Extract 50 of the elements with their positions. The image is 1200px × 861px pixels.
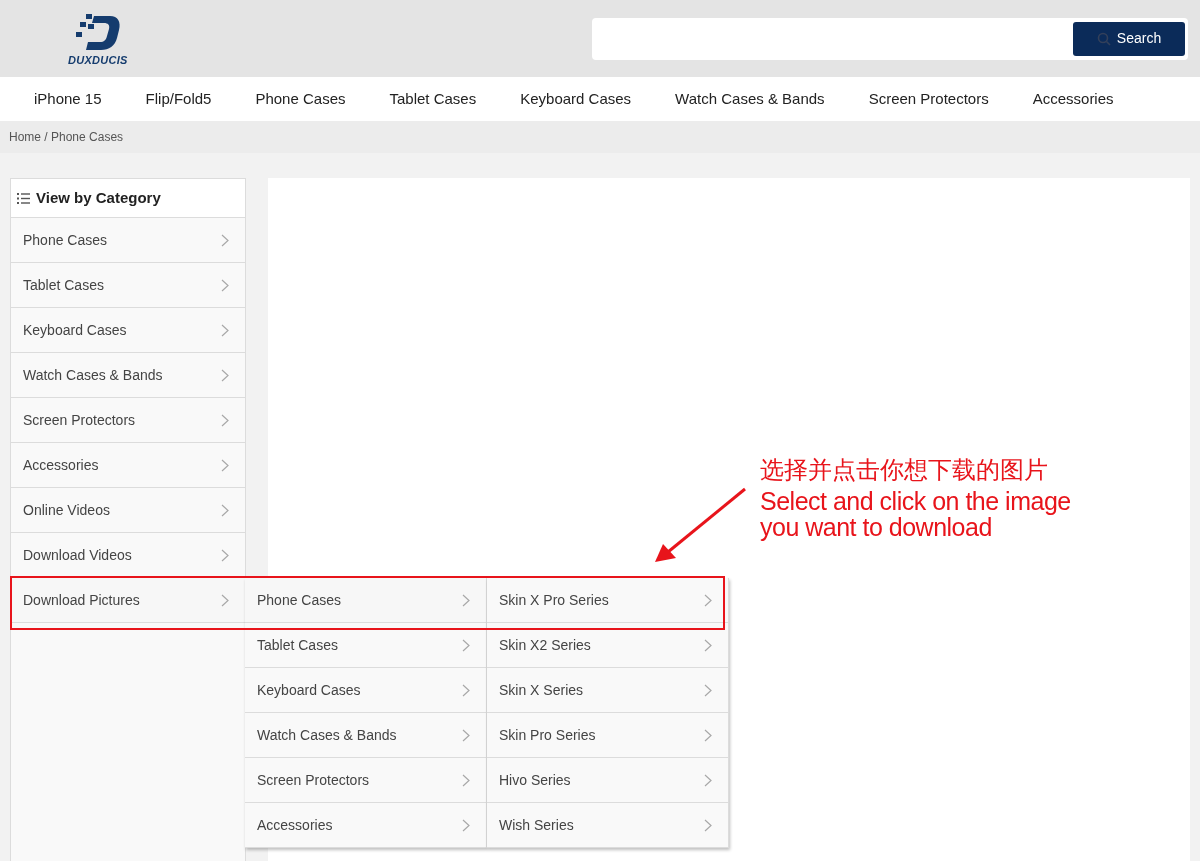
nav-link[interactable]: Watch Cases & Bands	[653, 87, 847, 111]
chevron-right-icon	[704, 593, 712, 607]
category-menu-item[interactable]: Skin X Series	[487, 668, 729, 713]
chevron-right-icon	[221, 458, 229, 472]
chevron-right-icon	[462, 773, 470, 787]
chevron-right-icon	[221, 368, 229, 382]
nav-link[interactable]: Keyboard Cases	[498, 87, 654, 111]
annotation-title: 选择并点击你想下载的图片	[760, 455, 1049, 485]
category-menu-item[interactable]: Phone Cases	[245, 578, 487, 623]
chevron-right-icon	[704, 683, 712, 697]
chevron-right-icon	[462, 818, 470, 832]
category-menu-item[interactable]: Tablet Cases	[245, 623, 487, 668]
annotation-text: Select and click on the image you want to download	[760, 488, 1071, 540]
chevron-right-icon	[704, 773, 712, 787]
chevron-right-icon	[221, 278, 229, 292]
category-menu-item[interactable]: Skin X Pro Series	[487, 578, 729, 623]
logo[interactable]: DUXDUCIS	[68, 8, 128, 69]
nav-link[interactable]: Flip/Fold5	[123, 87, 234, 111]
chevron-right-icon	[462, 593, 470, 607]
nav-link[interactable]: Screen Protectors	[846, 87, 1011, 111]
chevron-right-icon	[462, 683, 470, 697]
category-menu-item[interactable]: Skin Pro Series	[487, 713, 729, 758]
category-menu-item[interactable]: Accessories	[245, 803, 487, 848]
chevron-right-icon	[704, 728, 712, 742]
chevron-right-icon	[462, 638, 470, 652]
chevron-right-icon	[221, 548, 229, 562]
list-icon	[17, 192, 30, 204]
category-menu-item[interactable]: Wish Series	[487, 803, 729, 848]
sidebar-header: View by Category	[11, 179, 245, 218]
category-menu-item[interactable]: Hivo Series	[487, 758, 729, 803]
logo-mark-icon	[73, 12, 122, 53]
category-menu-item[interactable]: Skin X2 Series	[487, 623, 729, 668]
chevron-right-icon	[704, 818, 712, 832]
search-button[interactable]: Search	[1073, 21, 1185, 56]
chevron-right-icon	[221, 323, 229, 337]
chevron-right-icon	[462, 728, 470, 742]
breadcrumb[interactable]: Home / Phone Cases	[9, 128, 124, 146]
chevron-right-icon	[221, 233, 229, 247]
category-menu-item[interactable]: Screen Protectors	[245, 758, 487, 803]
category-menu-item[interactable]: Watch Cases & Bands	[245, 713, 487, 758]
chevron-right-icon	[221, 503, 229, 517]
category-menu-item[interactable]: Keyboard Cases	[245, 668, 487, 713]
nav-link[interactable]: iPhone 15	[12, 87, 124, 111]
chevron-right-icon	[221, 413, 229, 427]
search-icon	[1096, 31, 1111, 46]
nav-link[interactable]: Phone Cases	[233, 87, 368, 111]
nav-link[interactable]: Tablet Cases	[367, 87, 499, 111]
chevron-right-icon	[704, 638, 712, 652]
chevron-right-icon	[221, 593, 229, 607]
nav-link[interactable]: Accessories	[1010, 87, 1136, 111]
